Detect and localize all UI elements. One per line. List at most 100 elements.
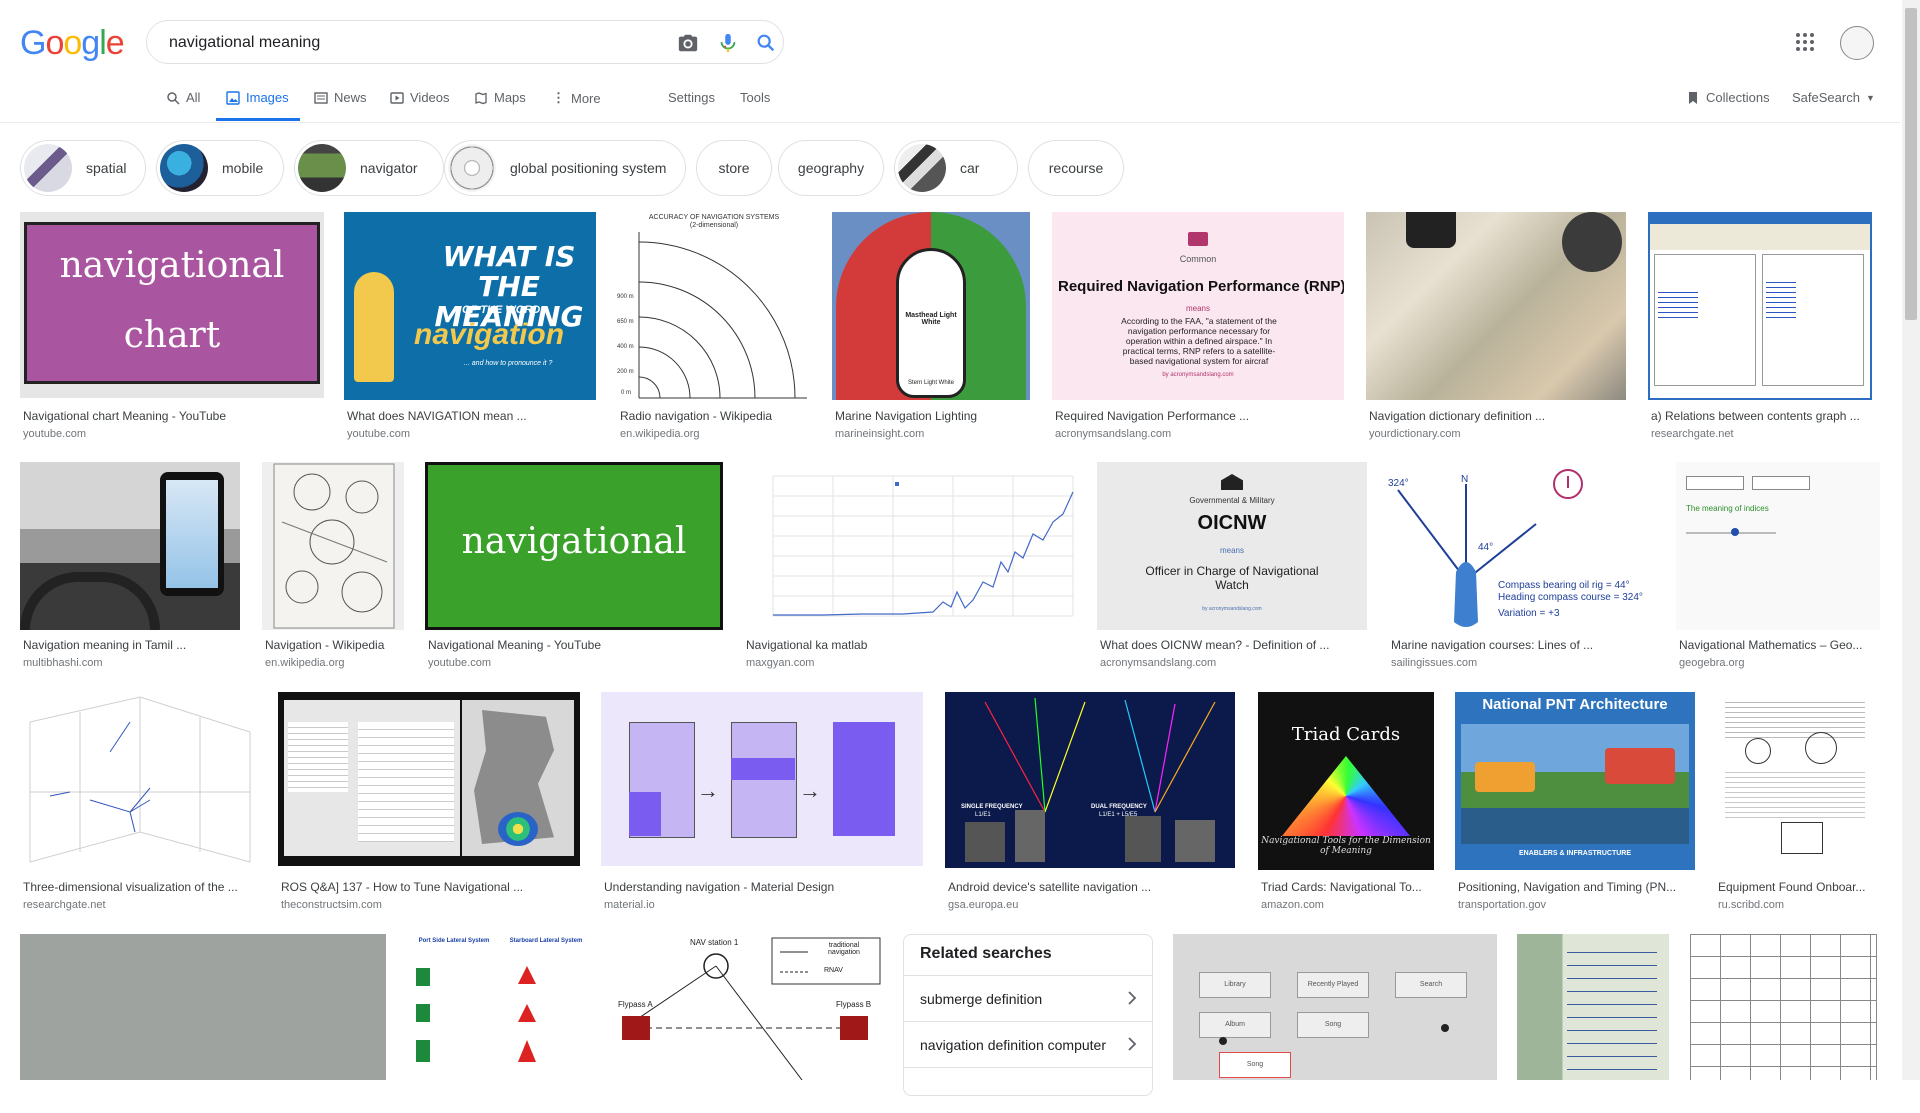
scrollbar-thumb[interactable] bbox=[1905, 8, 1917, 320]
image-result[interactable]: Masthead Light White Stern Light White M… bbox=[832, 212, 1030, 442]
result-source: acronymsandslang.com bbox=[1100, 657, 1217, 669]
chip-geography[interactable]: geography bbox=[778, 140, 884, 196]
tab-all[interactable]: All bbox=[166, 90, 200, 105]
result-title: Marine navigation courses: Lines of ... bbox=[1391, 638, 1594, 652]
thumbnail-text: navigational bbox=[461, 521, 687, 562]
image-result[interactable]: WHAT IS THE MEANING OF THE WORD navigati… bbox=[344, 212, 596, 442]
3d-visualization bbox=[29, 696, 251, 863]
result-thumbnail bbox=[20, 462, 240, 630]
chip-mobile[interactable]: mobile bbox=[156, 140, 284, 196]
result-thumbnail: Governmental & Military OICNW means Offi… bbox=[1097, 462, 1367, 630]
tab-label: Videos bbox=[410, 90, 450, 105]
chevron-right-icon bbox=[1128, 1037, 1137, 1051]
image-result[interactable]: Triad Cards Navigational Tools for the D… bbox=[1258, 692, 1434, 914]
result-title: Equipment Found Onboar... bbox=[1718, 880, 1866, 894]
collections-label: Collections bbox=[1706, 90, 1770, 105]
satellite-signals-diagram bbox=[965, 697, 1216, 862]
search-icon[interactable] bbox=[755, 32, 777, 54]
chip-navigator[interactable]: navigator bbox=[294, 140, 444, 196]
image-result[interactable]: Library Recently Played Search Album Son… bbox=[1173, 934, 1497, 1080]
result-source: en.wikipedia.org bbox=[265, 657, 345, 669]
result-thumbnail bbox=[743, 462, 1077, 630]
image-result[interactable]: → → Understanding navigation - Material … bbox=[601, 692, 923, 914]
related-search-item[interactable]: navigation definition computer bbox=[904, 1021, 1152, 1067]
google-logo[interactable]: Google bbox=[20, 24, 125, 63]
image-result[interactable]: Governmental & Military OICNW means Offi… bbox=[1097, 462, 1367, 672]
image-result[interactable]: navigational chart Navigational chart Me… bbox=[20, 212, 324, 442]
image-result[interactable]: a) Relations between contents graph ... … bbox=[1648, 212, 1878, 442]
image-result[interactable]: Equipment Found Onboar... ru.scribd.com bbox=[1715, 692, 1881, 914]
microphone-icon[interactable] bbox=[717, 32, 739, 54]
thumbnail-text: Governmental & Military bbox=[1189, 496, 1275, 505]
account-avatar[interactable] bbox=[1840, 26, 1874, 60]
book-icon bbox=[1188, 232, 1208, 246]
tab-maps[interactable]: Maps bbox=[474, 90, 526, 105]
search-box[interactable] bbox=[146, 20, 784, 64]
result-thumbnail: Triad Cards Navigational Tools for the D… bbox=[1258, 692, 1434, 870]
result-title: Navigational Mathematics – Geo... bbox=[1679, 638, 1863, 652]
image-result[interactable]: The meaning of indices Navigational Math… bbox=[1676, 462, 1880, 672]
thumbnail-text: Variation = +3 bbox=[1498, 608, 1560, 619]
google-apps-icon[interactable] bbox=[1795, 32, 1815, 52]
image-result[interactable]: Navigation - Wikipedia en.wikipedia.org bbox=[262, 462, 404, 672]
image-result[interactable]: Navigational ka matlab maxgyan.com bbox=[743, 462, 1077, 672]
related-search-item[interactable] bbox=[904, 1067, 1152, 1113]
result-thumbnail: Masthead Light White Stern Light White bbox=[832, 212, 1030, 400]
collections-link[interactable]: Collections bbox=[1686, 90, 1770, 105]
result-thumbnail: The meaning of indices bbox=[1676, 462, 1880, 630]
image-result[interactable]: ROS Q&A] 137 - How to Tune Navigational … bbox=[278, 692, 580, 914]
chip-recourse[interactable]: recourse bbox=[1028, 140, 1124, 196]
camera-icon[interactable] bbox=[677, 32, 699, 54]
image-result[interactable]: navigational Navigational Meaning - YouT… bbox=[425, 462, 723, 672]
result-title: Navigational Meaning - YouTube bbox=[428, 638, 602, 652]
tab-settings[interactable]: Settings bbox=[668, 90, 715, 105]
image-result[interactable] bbox=[1517, 934, 1669, 1080]
result-source: gsa.europa.eu bbox=[948, 899, 1019, 911]
thumbnail-text: 200 m bbox=[617, 369, 634, 375]
tab-tools[interactable]: Tools bbox=[740, 90, 770, 105]
thumbnail-text: navigational bbox=[59, 245, 285, 286]
image-result[interactable]: ACCURACY OF NAVIGATION SYSTEMS (2-dimens… bbox=[617, 212, 811, 442]
result-thumbnail: NAV station 1 traditional navigation RNA… bbox=[612, 934, 884, 1080]
chip-spatial[interactable]: spatial bbox=[20, 140, 146, 196]
image-result[interactable]: Common Required Navigation Performance (… bbox=[1052, 212, 1344, 442]
thumbnail-text: OICNW bbox=[1197, 512, 1267, 534]
result-title: What does OICNW mean? - Definition of ..… bbox=[1100, 638, 1330, 652]
result-source: researchgate.net bbox=[23, 899, 106, 911]
thumbnail-text: WHAT IS bbox=[442, 240, 576, 273]
thumbnail-text: Library bbox=[1199, 972, 1271, 998]
tab-images[interactable]: Images bbox=[226, 90, 289, 105]
chip-car[interactable]: car bbox=[894, 140, 1018, 196]
active-tab-indicator bbox=[216, 118, 300, 121]
result-source: youtube.com bbox=[347, 428, 410, 440]
trend-line-chart bbox=[772, 475, 1074, 617]
result-thumbnail bbox=[1648, 212, 1872, 400]
related-search-item[interactable]: submerge definition bbox=[904, 975, 1152, 1021]
safesearch-dropdown[interactable]: SafeSearch ▼ bbox=[1792, 90, 1875, 105]
tab-videos[interactable]: Videos bbox=[390, 90, 450, 105]
result-source: sailingissues.com bbox=[1391, 657, 1478, 669]
image-result[interactable]: 324° N 44° Compass bearing oil rig = 44°… bbox=[1388, 462, 1656, 672]
tab-news[interactable]: News bbox=[314, 90, 367, 105]
image-result[interactable] bbox=[20, 934, 386, 1080]
image-result[interactable]: Port Side Lateral System Starboard Later… bbox=[408, 934, 592, 1080]
image-result[interactable] bbox=[1690, 934, 1880, 1080]
result-title: Navigation meaning in Tamil ... bbox=[23, 638, 187, 652]
result-title: Marine Navigation Lighting bbox=[835, 409, 978, 423]
image-result[interactable]: NAV station 1 traditional navigation RNA… bbox=[612, 934, 884, 1080]
thumbnail-text: Required Navigation Performance (RNP) bbox=[1058, 278, 1344, 295]
image-result[interactable]: Navigation meaning in Tamil ... multibha… bbox=[20, 462, 240, 672]
thumbnail-text: 650 m bbox=[617, 319, 634, 325]
chip-global-positioning-system[interactable]: global positioning system bbox=[444, 140, 686, 196]
result-source: en.wikipedia.org bbox=[620, 428, 700, 440]
image-result[interactable]: SINGLE FREQUENCY L1/E1 DUAL FREQUENCY L1… bbox=[945, 692, 1235, 914]
tab-more[interactable]: ⋮ More bbox=[552, 90, 601, 106]
result-title: Navigation dictionary definition ... bbox=[1369, 409, 1546, 423]
image-result[interactable]: Navigation dictionary definition ... you… bbox=[1366, 212, 1626, 442]
image-result[interactable]: National PNT Architecture ENABLERS & INF… bbox=[1455, 692, 1695, 914]
image-result[interactable]: Three-dimensional visualization of the .… bbox=[20, 692, 258, 914]
caret-down-icon: ▼ bbox=[1865, 92, 1875, 103]
search-input[interactable] bbox=[167, 31, 651, 55]
chip-store[interactable]: store bbox=[696, 140, 772, 196]
arrow-right-icon: → bbox=[799, 778, 821, 803]
